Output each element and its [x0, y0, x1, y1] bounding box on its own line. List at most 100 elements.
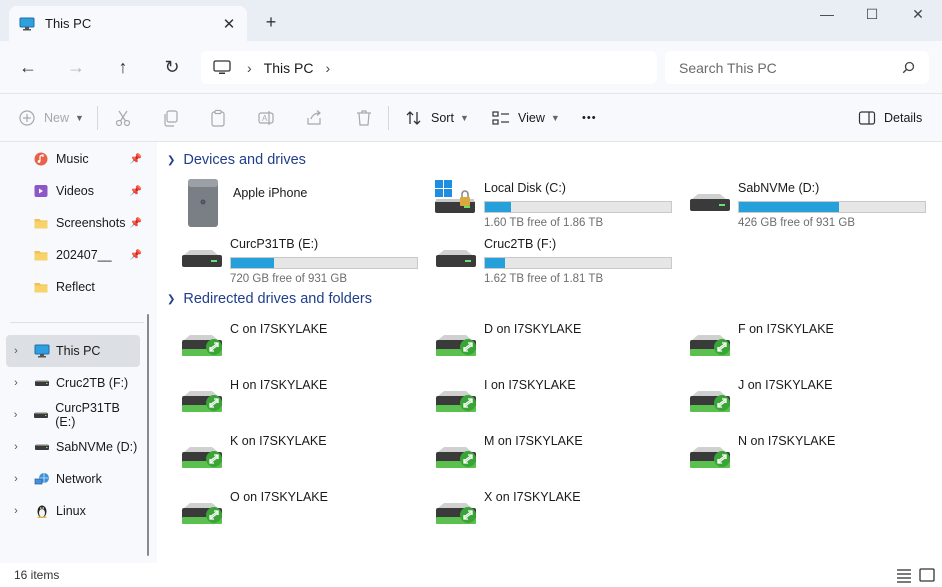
sidebar-item-videos[interactable]: Videos 📌	[34, 181, 142, 201]
drive-name: CurcP31TB (E:)	[230, 237, 319, 251]
pc-icon	[34, 344, 50, 358]
drive-icon	[182, 250, 222, 267]
sidebar-item-curcp31tb[interactable]: › CurcP31TB (E:)	[6, 399, 140, 431]
details-pane-button[interactable]: Details	[858, 106, 922, 130]
breadcrumb-this-pc[interactable]: This PC	[264, 60, 314, 76]
free-space-text: 720 GB free of 931 GB	[230, 273, 347, 285]
system-drive-icon	[435, 180, 475, 213]
view-button[interactable]: View ▼	[492, 106, 560, 130]
redirected-drive-name: F on I7SKYLAKE	[738, 322, 834, 336]
minimize-button[interactable]: —	[814, 6, 840, 26]
chevron-down-icon: ▼	[75, 113, 84, 123]
sidebar-item-sabnvme[interactable]: › SabNVMe (D:)	[6, 431, 140, 463]
forward-button[interactable]: →	[64, 56, 88, 80]
sidebar-scrollbar[interactable]	[147, 314, 149, 556]
sidebar-item-label: This PC	[56, 344, 101, 358]
redirected-drive-tile[interactable]: F on I7SKYLAKE	[688, 320, 938, 370]
chevron-down-icon[interactable]: ❯	[167, 294, 175, 305]
redirected-drive-tile[interactable]: H on I7SKYLAKE	[180, 376, 430, 426]
search-box[interactable]	[665, 51, 929, 84]
sidebar-item-202407[interactable]: 202407__ 📌	[34, 245, 142, 265]
tab-close-icon[interactable]: ✕	[221, 15, 237, 33]
back-button[interactable]: ←	[16, 56, 40, 80]
search-input[interactable]	[679, 59, 902, 76]
free-space-text: 1.60 TB free of 1.86 TB	[484, 217, 604, 229]
new-tab-button[interactable]: +	[260, 12, 282, 33]
group-redirected-drives[interactable]: ❯ Redirected drives and folders	[167, 291, 372, 307]
capacity-bar	[484, 257, 672, 269]
group-heading: Devices and drives	[183, 152, 306, 168]
sidebar-item-label: Linux	[56, 504, 86, 518]
sidebar-item-screenshots[interactable]: Screenshots 📌	[34, 213, 142, 233]
breadcrumb-chevron-icon[interactable]: ›	[247, 60, 252, 76]
paste-icon[interactable]	[209, 109, 227, 127]
breadcrumb-chevron-icon[interactable]: ›	[325, 60, 330, 76]
folder-icon	[34, 283, 48, 293]
phone-icon	[188, 179, 218, 227]
drive-local-disk-c[interactable]: Local Disk (C:) 1.60 TB free of 1.86 TB	[434, 179, 684, 229]
drive-sabnvme-d[interactable]: SabNVMe (D:) 426 GB free of 931 GB	[688, 179, 938, 229]
more-options-button[interactable]: •••	[582, 106, 597, 130]
view-icon	[492, 111, 509, 125]
capacity-bar	[738, 201, 926, 213]
group-heading: Redirected drives and folders	[183, 291, 372, 307]
delete-icon[interactable]	[355, 109, 373, 127]
chevron-right-icon[interactable]: ›	[6, 377, 26, 389]
chevron-right-icon[interactable]: ›	[6, 345, 26, 357]
redirected-drive-tile[interactable]: K on I7SKYLAKE	[180, 432, 430, 482]
chevron-right-icon[interactable]: ›	[6, 409, 25, 421]
up-button[interactable]: ↑	[111, 56, 135, 80]
monitor-icon	[213, 60, 231, 74]
address-bar[interactable]: › This PC ›	[201, 51, 657, 84]
tab-this-pc[interactable]: This PC ✕	[9, 6, 247, 41]
sidebar-item-music[interactable]: Music 📌	[34, 149, 142, 169]
sidebar-item-this-pc[interactable]: › This PC	[6, 335, 140, 367]
redirected-drive-tile[interactable]: X on I7SKYLAKE	[434, 488, 684, 538]
drive-icon	[34, 412, 49, 418]
sidebar-item-label: Screenshots	[56, 216, 126, 230]
sort-label: Sort	[431, 111, 454, 125]
redirected-drive-tile[interactable]: N on I7SKYLAKE	[688, 432, 938, 482]
redirected-drive-tile[interactable]: J on I7SKYLAKE	[688, 376, 938, 426]
group-devices-and-drives[interactable]: ❯ Devices and drives	[167, 152, 306, 168]
close-window-button[interactable]: ✕	[905, 6, 931, 26]
capacity-fill	[485, 202, 512, 212]
redirected-drive-tile[interactable]: C on I7SKYLAKE	[180, 320, 430, 370]
redirected-drive-tile[interactable]: O on I7SKYLAKE	[180, 488, 430, 538]
tiles-view-icon[interactable]	[918, 567, 936, 583]
toolbar-divider	[388, 106, 389, 130]
details-view-icon[interactable]	[895, 567, 913, 583]
chevron-right-icon[interactable]: ›	[6, 473, 26, 485]
drive-curcp31tb-e[interactable]: CurcP31TB (E:) 720 GB free of 931 GB	[180, 235, 430, 285]
redirected-drive-name: M on I7SKYLAKE	[484, 434, 583, 448]
refresh-button[interactable]: ↻	[160, 56, 184, 80]
toolbar-divider	[97, 106, 98, 130]
drive-cruc2tb-f[interactable]: Cruc2TB (F:) 1.62 TB free of 1.81 TB	[434, 235, 684, 285]
device-apple-iphone[interactable]: Apple iPhone	[183, 179, 433, 229]
redirected-drive-name: I on I7SKYLAKE	[484, 378, 576, 392]
status-bar: 16 items	[0, 563, 942, 587]
chevron-right-icon[interactable]: ›	[6, 441, 26, 453]
rename-icon[interactable]: A	[257, 109, 275, 127]
sort-button[interactable]: Sort ▼	[405, 106, 469, 130]
navigation-bar: ← → ↑ ↻ › This PC ›	[0, 41, 942, 94]
sidebar-item-cruc2tb[interactable]: › Cruc2TB (F:)	[6, 367, 140, 399]
details-pane-icon	[858, 111, 876, 125]
redirected-drive-tile[interactable]: I on I7SKYLAKE	[434, 376, 684, 426]
drive-name: SabNVMe (D:)	[738, 181, 820, 195]
copy-icon[interactable]	[162, 109, 180, 127]
capacity-fill	[231, 258, 274, 268]
drive-icon	[436, 250, 476, 267]
new-button[interactable]: New ▼	[18, 106, 84, 130]
cut-icon[interactable]	[114, 109, 132, 127]
sidebar-item-network[interactable]: › Network	[6, 463, 140, 495]
sidebar-item-reflect[interactable]: Reflect	[34, 277, 142, 297]
redirected-drive-tile[interactable]: M on I7SKYLAKE	[434, 432, 684, 482]
redirected-drive-name: N on I7SKYLAKE	[738, 434, 836, 448]
share-icon[interactable]	[305, 109, 323, 127]
redirected-drive-tile[interactable]: D on I7SKYLAKE	[434, 320, 684, 370]
chevron-down-icon[interactable]: ❯	[167, 155, 175, 166]
maximize-button[interactable]: ☐	[859, 6, 885, 26]
sidebar-item-linux[interactable]: › Linux	[6, 495, 140, 527]
chevron-right-icon[interactable]: ›	[6, 505, 26, 517]
